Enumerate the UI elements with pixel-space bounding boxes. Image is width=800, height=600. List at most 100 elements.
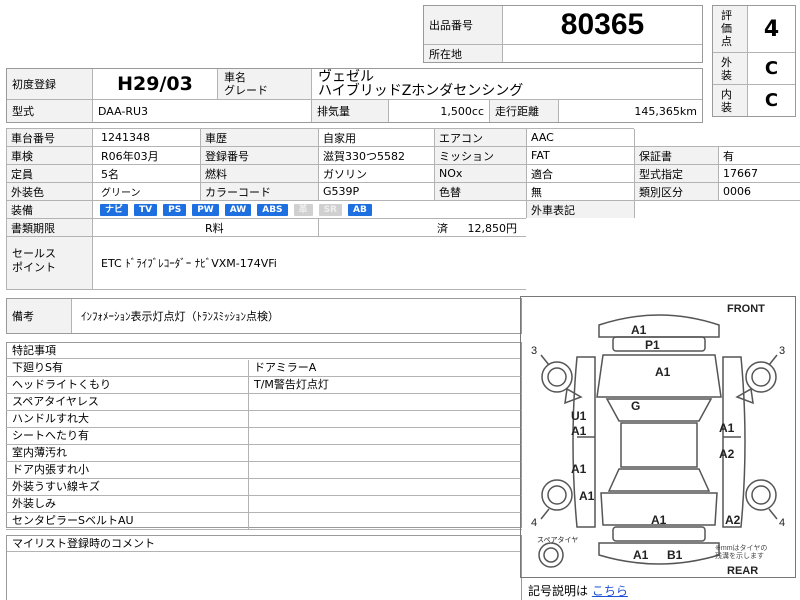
category-value: 0006 xyxy=(723,185,751,198)
mileage-value: 145,365km xyxy=(634,104,697,118)
special-item: センタピラーSベルトAU xyxy=(6,513,248,530)
inspection-value: R06年03月 xyxy=(101,149,159,163)
legend-label: 記号説明は xyxy=(528,584,589,598)
type-spec-value: 17667 xyxy=(723,167,758,180)
tire-note: ※mmはタイヤの 残溝を示します xyxy=(715,545,768,560)
equipment-label: 装備 xyxy=(6,201,92,218)
special-item-right xyxy=(248,445,522,462)
damage-diagram: FRONT REAR 3 3 4 4 スペアタイヤ ※mmはタイヤの 残溝を示し… xyxy=(520,296,796,578)
name-grade-label: 車名 グレード xyxy=(218,69,311,99)
equipment-chip: AW xyxy=(224,204,252,216)
special-item-right xyxy=(248,394,522,411)
ac-label: エアコン xyxy=(434,129,526,146)
name-grade-value: ヴェゼル ハイブリッドZホンダセンシング xyxy=(318,69,698,99)
capacity-label: 定員 xyxy=(6,165,92,182)
foreign-label: 外車表記 xyxy=(526,201,634,218)
special-item: 下廻りS有 xyxy=(6,360,248,377)
repaint-value: 無 xyxy=(531,185,542,199)
chassis-label: 車台番号 xyxy=(6,129,92,146)
mark-hood: A1 xyxy=(655,365,671,379)
special-item-right xyxy=(248,411,522,428)
sales-label: セールス ポイント xyxy=(6,237,92,289)
equipment-chip: 革 xyxy=(293,204,313,216)
mileage-label: 走行距離 xyxy=(490,100,558,122)
repaint-label: 色替 xyxy=(434,183,526,200)
displacement-label: 排気量 xyxy=(312,100,388,122)
special-item-right xyxy=(248,496,522,513)
equipment-chip: TV xyxy=(134,204,158,216)
type-spec-label: 型式指定 xyxy=(634,165,718,182)
special-item-right: ドアミラーA xyxy=(248,360,522,377)
first-reg-label: 初度登録 xyxy=(7,69,92,99)
car-name: ヴェゼル xyxy=(318,69,374,85)
color-label: 外装色 xyxy=(6,183,92,200)
notes-label: 備考 xyxy=(7,299,71,333)
equipment-chip: PS xyxy=(163,204,187,216)
tire-rr: 4 xyxy=(779,517,786,529)
rear-label: REAR xyxy=(727,565,759,577)
special-item: ヘッドライトくもり xyxy=(6,377,248,394)
color-code-value: G539P xyxy=(323,185,360,198)
equipment-chip: AB xyxy=(347,204,372,216)
special-item-right xyxy=(248,479,522,496)
documents-label: 書類期限 xyxy=(6,219,92,236)
mark-rear-left: A1 xyxy=(633,548,649,562)
color-value: グリーン xyxy=(101,188,141,199)
displacement-value: 1,500cc xyxy=(440,104,484,118)
mark-left-front-a: A1 xyxy=(571,424,587,438)
mark-left-rear-a: A1 xyxy=(579,489,595,503)
plate-value: 滋賀330つ5582 xyxy=(323,149,405,163)
special-item: 室内薄汚れ xyxy=(6,445,248,462)
location-value xyxy=(503,45,702,62)
mission-label: ミッション xyxy=(434,147,526,164)
mark-rear-bumper-b: B1 xyxy=(667,548,683,562)
warranty-label: 保証書 xyxy=(634,147,718,164)
mark-roof: G xyxy=(631,399,641,413)
special-item: ハンドルすれ大 xyxy=(6,411,248,428)
special-item: 外装うすい線キズ xyxy=(6,479,248,496)
chassis-value: 1241348 xyxy=(101,131,150,144)
location-label: 所在地 xyxy=(424,45,502,62)
recycle-status: 済 xyxy=(437,221,448,235)
color-code-label: カラーコード xyxy=(200,183,318,200)
special-item-right xyxy=(248,513,522,530)
legend: 記号説明は こちら xyxy=(528,582,628,599)
score-label: 評 価 点 xyxy=(713,6,747,52)
model-label: 型式 xyxy=(7,100,92,122)
notes-value: ｲﾝﾌｫﾒｰｼｮﾝ表示灯点灯（ﾄﾗﾝｽﾐｯｼｮﾝ点検） xyxy=(81,310,279,323)
special-item: ドア内張すれ小 xyxy=(6,462,248,479)
car-grade: ハイブリッドZホンダセンシング xyxy=(318,83,524,99)
special-title: 特記事項 xyxy=(7,343,521,359)
special-item: 外装しみ xyxy=(6,496,248,513)
model-value: DAA-RU3 xyxy=(98,104,149,118)
mark-right-front: A1 xyxy=(719,421,735,435)
mark-right-rear-a: A2 xyxy=(725,513,741,527)
equipment-chip: PW xyxy=(192,204,219,216)
category-label: 類別区分 xyxy=(634,183,718,200)
first-reg-value: H29/03 xyxy=(117,73,193,95)
special-item-right xyxy=(248,428,522,445)
fuel-value: ガソリン xyxy=(323,167,367,181)
special-item: スペアタイヤレス xyxy=(6,394,248,411)
exterior-value: C xyxy=(764,58,779,79)
tire-fr: 3 xyxy=(779,345,786,357)
legend-link[interactable]: こちら xyxy=(592,584,628,598)
grade-label: グレード xyxy=(224,84,268,97)
tire-fl: 3 xyxy=(531,345,538,357)
mark-front-grille: P1 xyxy=(645,338,660,352)
equipment-chip: ナビ xyxy=(100,204,129,216)
capacity-value: 5名 xyxy=(101,167,119,181)
warranty-value: 有 xyxy=(723,149,734,163)
history-value: 自家用 xyxy=(323,131,356,145)
recycle-label: R料 xyxy=(205,221,224,235)
interior-label: 内 装 xyxy=(713,85,747,116)
tire-rl: 4 xyxy=(531,517,538,529)
fuel-label: 燃料 xyxy=(200,165,318,182)
recycle-amount: 12,850円 xyxy=(467,221,518,235)
equipment-list: ナビ TV PS PW AW ABS 革 SR AB xyxy=(100,203,520,217)
score-value: 4 xyxy=(763,16,780,42)
equipment-chip: ABS xyxy=(257,204,288,216)
special-item-right xyxy=(248,462,522,479)
lot-number: 80365 xyxy=(560,8,645,41)
lot-label: 出品番号 xyxy=(424,6,502,44)
